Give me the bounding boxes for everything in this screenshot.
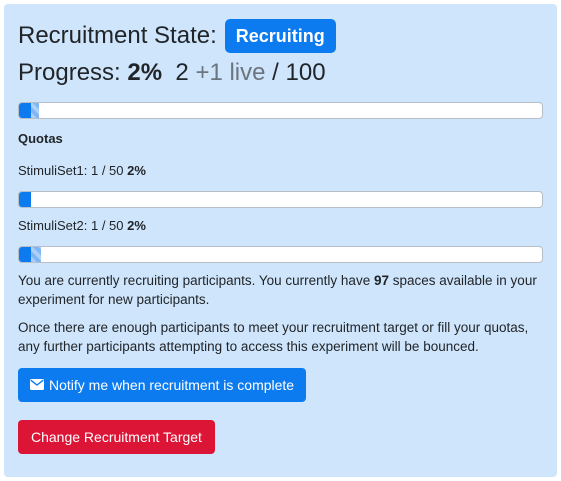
recruitment-panel: Recruitment State: Recruiting Progress: … [4,4,557,477]
quota-2-percent: 2% [127,218,146,233]
quota-label-2: StimuliSet2: 1 / 50 2% [18,218,543,236]
progress-percent: 2% [127,59,163,86]
page-title: Recruitment State: [18,22,217,49]
quota-2-progress-live [31,247,42,262]
recruiting-info-text: You are currently recruiting participant… [18,271,543,309]
overall-progress-fill [19,103,31,118]
quota-1-text: StimuliSet1: 1 / 50 [18,163,124,178]
progress-live: +1 live [195,59,266,86]
quota-label-1: StimuliSet1: 1 / 50 2% [18,163,543,181]
quotas-heading: Quotas [18,131,63,146]
progress-count: 2 [175,59,189,86]
quota-2-text: StimuliSet2: 1 / 50 [18,218,124,233]
notify-button-label: Notify me when recruitment is complete [49,377,295,393]
progress-summary: Progress: 2% 2 +1 live / 100 [18,56,543,90]
status-badge: Recruiting [224,19,336,53]
envelope-icon [30,377,44,393]
overall-progress-live [31,103,39,118]
quota-2-progress-fill [19,247,31,262]
title-row: Recruitment State: Recruiting [18,18,543,54]
change-recruitment-target-button[interactable]: Change Recruitment Target [18,420,215,454]
quota-1-progress-bar [18,191,543,208]
progress-label: Progress: [18,59,121,86]
quota-2-progress-bar [18,246,543,263]
quota-1-percent: 2% [127,163,146,178]
progress-total: / 100 [272,59,326,86]
bounce-info-text: Once there are enough participants to me… [18,320,529,354]
spaces-available-count: 97 [373,273,389,288]
info-text-start: You are currently recruiting participant… [18,273,374,288]
overall-progress-bar [18,102,543,119]
quota-1-progress-fill [19,192,31,207]
notify-button[interactable]: Notify me when recruitment is complete [18,368,307,402]
